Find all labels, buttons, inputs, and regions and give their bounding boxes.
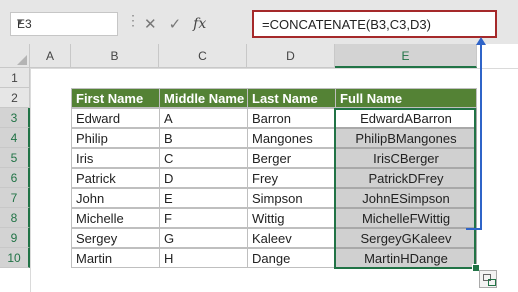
column-header-e[interactable]: E xyxy=(335,44,477,68)
column-header-b[interactable]: B xyxy=(71,44,159,68)
name-box[interactable]: E3 ▾ xyxy=(10,12,118,36)
row-header-7[interactable]: 7 xyxy=(0,188,30,208)
table-cell[interactable]: Kaleev xyxy=(247,228,336,248)
row-header-9[interactable]: 9 xyxy=(0,228,30,248)
table-cell[interactable]: G xyxy=(159,228,248,248)
formula-bar-area: E3 ▾ ⋮ ✕ ✓ fx =CONCATENATE(B3,C3,D3) xyxy=(0,0,518,44)
row-header-1[interactable]: 1 xyxy=(0,68,30,88)
table-cell[interactable]: F xyxy=(159,208,248,228)
table-cell[interactable]: Patrick xyxy=(71,168,160,188)
name-box-dropdown-icon[interactable]: ▾ xyxy=(17,15,113,28)
table-cell[interactable]: C xyxy=(159,148,248,168)
table-cell[interactable]: John xyxy=(71,188,160,208)
close-icon[interactable]: ✕ xyxy=(144,15,157,33)
table-cell[interactable]: B xyxy=(159,128,248,148)
header-cell-full-name[interactable]: Full Name xyxy=(335,88,477,108)
table-cell[interactable]: D xyxy=(159,168,248,188)
table-cell[interactable]: Simpson xyxy=(247,188,336,208)
table-cell[interactable]: H xyxy=(159,248,248,268)
row-header-6[interactable]: 6 xyxy=(0,168,30,188)
row-header-3[interactable]: 3 xyxy=(0,108,30,128)
row-header-10[interactable]: 10 xyxy=(0,248,30,268)
table-cell[interactable]: Philip xyxy=(71,128,160,148)
insert-function-button[interactable]: fx xyxy=(193,16,206,32)
table-cell[interactable]: Dange xyxy=(247,248,336,268)
table-cell[interactable]: Martin xyxy=(71,248,160,268)
table-cell[interactable]: Frey xyxy=(247,168,336,188)
table-cell[interactable]: Sergey xyxy=(71,228,160,248)
annotation-arrow-line xyxy=(480,40,482,228)
header-cell-first-name[interactable]: First Name xyxy=(71,88,160,108)
formula-text: =CONCATENATE(B3,C3,D3) xyxy=(262,17,431,32)
table-cell[interactable]: Iris xyxy=(71,148,160,168)
column-header-c[interactable]: C xyxy=(159,44,247,68)
select-all-corner[interactable] xyxy=(0,44,30,68)
table-cell[interactable]: Edward xyxy=(71,108,160,128)
row-header-5[interactable]: 5 xyxy=(0,148,30,168)
table-cell[interactable]: Berger xyxy=(247,148,336,168)
row-header-2[interactable]: 2 xyxy=(0,88,30,108)
selection-range-border xyxy=(334,108,476,269)
table-cell[interactable]: Michelle xyxy=(71,208,160,228)
check-icon[interactable]: ✓ xyxy=(169,15,182,33)
formula-bar-splitter-icon[interactable]: ⋮ xyxy=(126,12,141,29)
header-cell-middle-name[interactable]: Middle Name xyxy=(159,88,248,108)
table-cell[interactable]: Wittig xyxy=(247,208,336,228)
table-cell[interactable]: Barron xyxy=(247,108,336,128)
row-header-4[interactable]: 4 xyxy=(0,128,30,148)
quick-analysis-icon[interactable] xyxy=(479,270,497,288)
column-header-a[interactable]: A xyxy=(30,44,71,68)
table-cell[interactable]: Mangones xyxy=(247,128,336,148)
annotation-arrow-connector xyxy=(466,228,482,230)
table-cell[interactable]: E xyxy=(159,188,248,208)
column-header-d[interactable]: D xyxy=(247,44,335,68)
table-cell[interactable]: A xyxy=(159,108,248,128)
formula-input[interactable]: =CONCATENATE(B3,C3,D3) xyxy=(252,10,497,38)
header-cell-last-name[interactable]: Last Name xyxy=(247,88,336,108)
row-header-8[interactable]: 8 xyxy=(0,208,30,228)
annotation-arrow-head-icon xyxy=(476,37,486,45)
